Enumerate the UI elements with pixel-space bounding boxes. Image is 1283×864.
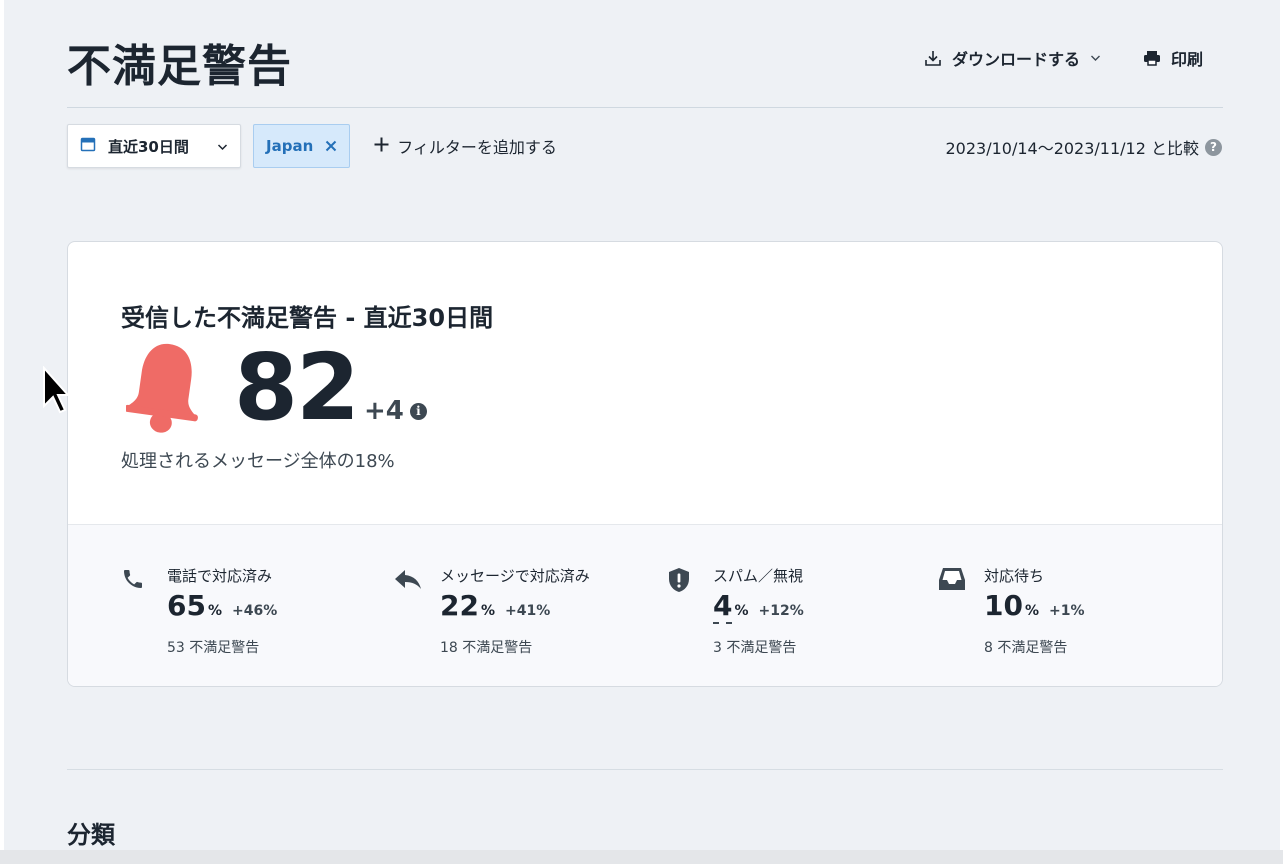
filter-chip-japan: Japan xyxy=(253,124,351,168)
calendar-icon xyxy=(80,136,96,156)
printer-icon xyxy=(1143,50,1161,66)
metric-change: +46% xyxy=(232,603,278,619)
info-icon[interactable]: i xyxy=(409,402,427,420)
add-filter-label: フィルターを追加する xyxy=(397,138,557,157)
filter-bar: 直近30日間 Japan フィルターを追加する xyxy=(67,124,557,168)
metric-unit: % xyxy=(480,603,495,619)
summary-card: 受信した不満足警告 - 直近30日間 82 +4 i 処理されるメッセージ全体の… xyxy=(67,241,1223,687)
metric-label: 電話で対応済み xyxy=(167,567,273,585)
metric-value: 4 % +12% xyxy=(713,589,804,624)
print-button[interactable]: 印刷 xyxy=(1143,46,1203,70)
metric-count: 3 不満足警告 xyxy=(713,640,797,656)
shield-alert-icon xyxy=(667,567,691,597)
mouse-cursor-icon xyxy=(42,365,71,420)
section-divider xyxy=(67,769,1223,770)
header-divider xyxy=(67,107,1223,108)
metric-change: +12% xyxy=(758,603,804,619)
left-edge xyxy=(0,0,4,864)
compare-text: 2023/10/14〜2023/11/12 と比較 xyxy=(945,139,1199,158)
metric-unit: % xyxy=(207,603,222,619)
metric-label: メッセージで対応済み xyxy=(440,567,590,585)
metric-label: 対応待ち xyxy=(984,567,1045,585)
metric-percent: 10 xyxy=(984,589,1023,622)
bell-icon xyxy=(124,340,206,440)
metric-change: +41% xyxy=(505,603,551,619)
section-title: 分類 xyxy=(67,821,115,849)
reply-icon xyxy=(394,567,422,595)
add-filter-button[interactable]: フィルターを追加する xyxy=(374,134,557,158)
alert-count: 82 xyxy=(234,334,360,441)
download-label: ダウンロードする xyxy=(951,50,1080,69)
phone-icon xyxy=(121,567,145,595)
bottom-edge xyxy=(0,850,1283,864)
metric-count: 18 不満足警告 xyxy=(440,640,533,656)
header-actions: ダウンロードする 印刷 xyxy=(924,46,1203,70)
metric-percent: 65 xyxy=(167,589,206,622)
metric-unit: % xyxy=(1024,603,1039,619)
metric-value: 65 % +46% xyxy=(167,589,277,622)
page: 不満足警告 ダウンロードする 印刷 直近30日間 Japan フィルターを追加す… xyxy=(0,0,1283,864)
filter-chip-label: Japan xyxy=(266,137,314,155)
metric-change: +1% xyxy=(1049,603,1085,619)
metric-value: 22 % +41% xyxy=(440,589,550,622)
chevron-down-icon xyxy=(1090,54,1101,62)
metric-label: スパム／無視 xyxy=(713,567,804,585)
close-icon[interactable] xyxy=(325,140,337,152)
date-range-select[interactable]: 直近30日間 xyxy=(67,124,241,168)
plus-icon xyxy=(374,137,389,156)
print-label: 印刷 xyxy=(1170,50,1203,69)
compare-period: 2023/10/14〜2023/11/12 と比較 ? xyxy=(945,135,1222,159)
inbox-icon xyxy=(938,567,966,595)
metric-count: 8 不満足警告 xyxy=(984,640,1068,656)
page-title: 不満足警告 xyxy=(67,41,292,92)
metrics-panel: 電話で対応済み 65 % +46% 53 不満足警告 メッセージで対応済み 22 xyxy=(68,524,1222,686)
download-icon xyxy=(924,49,942,67)
alert-delta: +4 i xyxy=(364,396,427,426)
metric-unit: % xyxy=(734,603,749,619)
chevron-down-icon xyxy=(217,137,228,155)
share-text: 処理されるメッセージ全体の18% xyxy=(121,451,395,472)
help-icon[interactable]: ? xyxy=(1205,138,1222,156)
date-range-label: 直近30日間 xyxy=(108,137,189,156)
metric-count: 53 不満足警告 xyxy=(167,640,260,656)
metric-percent[interactable]: 4 xyxy=(713,589,733,624)
metric-value: 10 % +1% xyxy=(984,589,1085,622)
metric-percent: 22 xyxy=(440,589,479,622)
download-button[interactable]: ダウンロードする xyxy=(924,46,1101,70)
summary-title: 受信した不満足警告 - 直近30日間 xyxy=(121,304,494,332)
delta-value: +4 xyxy=(364,396,404,426)
